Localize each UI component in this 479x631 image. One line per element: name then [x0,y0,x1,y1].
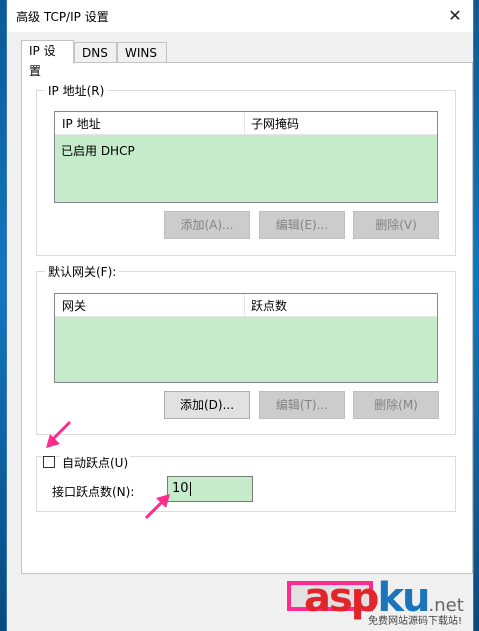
edit-ip-button[interactable]: 编辑(E)... [259,211,345,239]
column-separator [244,294,245,316]
gateway-list[interactable]: 网关 跃点数 [54,293,438,383]
text-caret [189,481,191,496]
auto-metric-checkbox[interactable] [43,456,55,468]
close-icon: ✕ [448,6,462,25]
annotation-arrow-checkbox [46,420,72,448]
column-header-metric[interactable]: 跃点数 [251,297,287,314]
delete-ip-button[interactable]: 删除(V) [353,211,439,239]
desktop-background-right [474,0,479,631]
default-gateway-group-label: 默认网关(F): [45,263,120,280]
gateway-list-header: 网关 跃点数 [55,294,437,317]
ip-address-group-label: IP 地址(R) [45,82,108,99]
add-ip-button[interactable]: 添加(A)... [164,211,250,239]
ip-address-group: IP 地址(R) IP 地址 子网掩码 已启用 DHCP 添加(A)... 编辑… [36,82,456,256]
tab-label: DNS [82,46,108,60]
delete-gateway-button[interactable]: 删除(M) [353,391,439,419]
tab-label: WINS [125,46,157,60]
close-button[interactable]: ✕ [445,6,465,26]
tab-wins[interactable]: WINS [117,42,167,64]
ip-address-list[interactable]: IP 地址 子网掩码 已启用 DHCP [54,111,438,203]
annotation-arrow-input [144,494,170,520]
edit-gateway-button[interactable]: 编辑(T)... [259,391,345,419]
advanced-tcpip-dialog: 高级 TCP/IP 设置 ✕ IP 设置 DNS WINS IP 地址(R) I… [6,0,474,631]
list-item[interactable]: 已启用 DHCP [61,142,135,159]
column-header-gateway[interactable]: 网关 [62,297,86,314]
window-title: 高级 TCP/IP 设置 [16,10,109,24]
title-bar: 高级 TCP/IP 设置 ✕ [7,0,473,32]
tab-dns[interactable]: DNS [74,42,117,64]
interface-metric-label: 接口跃点数(N): [52,485,135,499]
add-gateway-button[interactable]: 添加(D)... [164,391,250,419]
watermark-asp: asp [304,575,379,621]
watermark-tagline: 免费网站源码下载站! [368,616,463,627]
ip-list-header: IP 地址 子网掩码 [55,112,437,135]
default-gateway-group: 默认网关(F): 网关 跃点数 添加(D)... 编辑(T)... 删除(M) [36,263,456,435]
column-separator [244,112,245,134]
auto-metric-label[interactable]: 自动跃点(U) [60,454,131,471]
interface-metric-input[interactable]: 10 [167,476,253,502]
column-header-ip-address[interactable]: IP 地址 [62,115,101,132]
ip-settings-panel: IP 地址(R) IP 地址 子网掩码 已启用 DHCP 添加(A)... 编辑… [21,62,473,574]
column-header-subnet-mask[interactable]: 子网掩码 [251,115,299,132]
tab-ip-settings[interactable]: IP 设置 [21,40,74,78]
